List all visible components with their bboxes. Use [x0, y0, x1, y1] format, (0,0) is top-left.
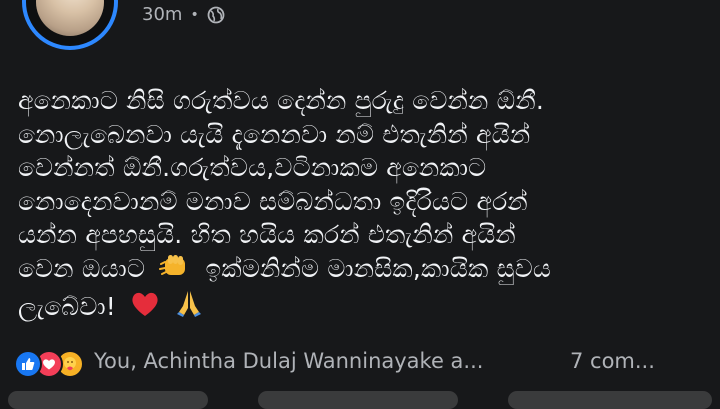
post-line: නොදෙනවානම් මනාව සම්බන්ධතා ඉදිරියට අරන්	[18, 186, 528, 216]
post-line-segment: වෙන ඔයාට	[18, 253, 146, 283]
comment-action-button[interactable]	[258, 391, 458, 409]
reaction-summary[interactable]: You, Achintha Dulaj Wanninayake a...	[94, 349, 483, 373]
meta-separator: •	[190, 6, 199, 23]
share-action-button[interactable]	[508, 391, 712, 409]
post-line: ලැබේවා!	[18, 288, 708, 327]
like-action-button[interactable]	[8, 391, 208, 409]
post-line-segment: ඉක්මනින්ම මානසික,කායික සුවය	[205, 253, 552, 283]
post-body: අනෙකාට නිසි ගරුත්වය දෙන්න පුරුදු වෙන්න ඕ…	[18, 84, 708, 327]
fist-icon	[159, 252, 189, 289]
post-line: නොලැබෙනවා යැයි දැනෙනවා නම් එතැනින් අයින්	[18, 119, 531, 149]
post-meta: 30m •	[142, 4, 225, 25]
post-line: වෙන්නත් ඕනී.ගරුත්වය,වටිනාකම අනෙකාට	[18, 153, 487, 182]
post-line: අනෙකාට නිසි ගරුත්වය දෙන්න පුරුදු වෙන්න ඕ…	[18, 86, 545, 115]
like-icon	[14, 350, 42, 378]
post-line: වෙන ඔයාට ඉක්මනින්ම මානසික,කායික සුවය	[18, 252, 708, 289]
globe-icon[interactable]	[207, 6, 225, 24]
heart-icon	[130, 290, 160, 327]
post-time[interactable]: 30m	[142, 4, 182, 25]
action-bar	[0, 391, 720, 409]
pray-icon	[174, 288, 204, 327]
post-line-segment: ලැබේවා!	[18, 292, 116, 321]
reaction-icons[interactable]	[14, 350, 84, 378]
profile-avatar[interactable]	[22, 0, 118, 50]
avatar-photo	[36, 0, 104, 36]
comments-count[interactable]: 7 com...	[570, 349, 655, 373]
post-line: යන්න අපහසුයි. හිත හයිය කරන් එතැනින් අයින…	[18, 220, 516, 249]
